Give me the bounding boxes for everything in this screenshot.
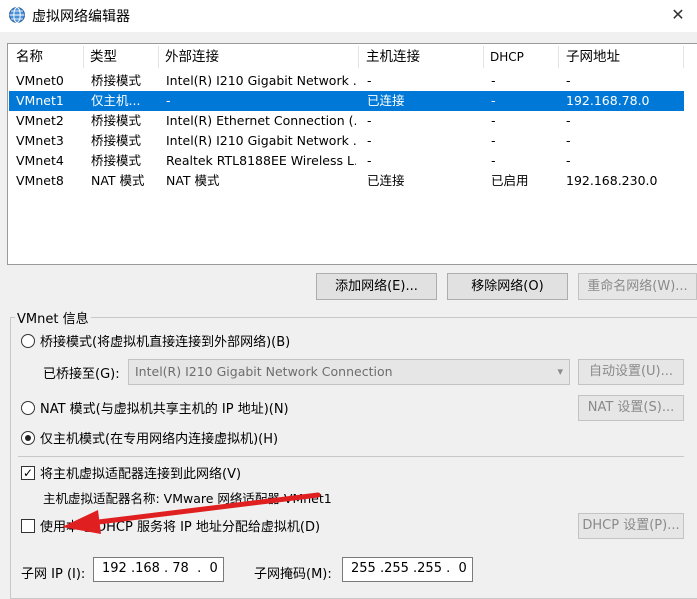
add-network-button[interactable]: 添加网络(E)... [316, 273, 437, 300]
cell-external: Intel(R) I210 Gigabit Network ... [166, 133, 356, 148]
adapter-name-label: 主机虚拟适配器名称: VMware 网络适配器 VMnet1 [43, 491, 332, 506]
cell-host: - [367, 113, 372, 128]
nat-mode-label[interactable]: NAT 模式(与虚拟机共享主机的 IP 地址)(N) [40, 398, 289, 417]
hostonly-mode-label[interactable]: 仅主机模式(在专用网络内连接虚拟机)(H) [40, 428, 278, 447]
cell-name: VMnet3 [16, 133, 64, 148]
cell-external: - [166, 93, 171, 108]
cell-type: NAT 模式 [91, 173, 145, 188]
cell-subnet: - [566, 113, 571, 128]
cell-external: Intel(R) Ethernet Connection (... [166, 113, 356, 128]
column-header-dhcp[interactable]: DHCP [490, 44, 524, 70]
column-header-name[interactable]: 名称 [16, 44, 43, 70]
nat-mode-radio[interactable] [21, 401, 35, 415]
cell-type: 桥接模式 [91, 113, 142, 128]
cell-dhcp: - [491, 113, 496, 128]
rename-network-button[interactable]: 重命名网络(W)... [578, 273, 697, 300]
cell-type: 桥接模式 [91, 73, 142, 88]
column-header-external[interactable]: 外部连接 [165, 44, 219, 70]
bridged-to-label: 已桥接至(G): [43, 367, 120, 382]
network-globe-icon [9, 7, 25, 23]
auto-settings-button[interactable]: 自动设置(U)... [578, 359, 684, 385]
cell-dhcp: - [491, 133, 496, 148]
cell-dhcp: - [491, 153, 496, 168]
cell-name: VMnet2 [16, 113, 64, 128]
subnet-ip-label: 子网 IP (I): [21, 567, 86, 582]
bridged-to-select[interactable]: Intel(R) I210 Gigabit Network Connection… [128, 359, 570, 385]
dhcp-settings-button[interactable]: DHCP 设置(P)... [578, 513, 684, 539]
cell-external: NAT 模式 [166, 173, 220, 188]
table-row[interactable]: VMnet3 桥接模式 Intel(R) I210 Gigabit Networ… [9, 131, 684, 151]
cell-subnet: - [566, 73, 571, 88]
cell-name: VMnet0 [16, 73, 64, 88]
connect-adapter-checkbox[interactable]: ✓ [21, 466, 35, 480]
vmnet-info-title: VMnet 信息 [15, 308, 91, 327]
remove-network-button[interactable]: 移除网络(O) [447, 273, 568, 300]
subnet-mask-input[interactable]: 255 .255 .255 . 0 [342, 557, 473, 582]
cell-host: - [367, 73, 372, 88]
column-header-subnet[interactable]: 子网地址 [566, 44, 620, 70]
cell-subnet: 192.168.230.0 [566, 173, 658, 188]
cell-subnet: 192.168.78.0 [566, 93, 650, 108]
network-list[interactable]: 名称 类型 外部连接 主机连接 DHCP 子网地址 VMnet0 桥接模式 In… [7, 43, 697, 265]
table-row[interactable]: VMnet8 NAT 模式 NAT 模式 已连接 已启用 192.168.230… [9, 171, 684, 191]
table-row[interactable]: VMnet4 桥接模式 Realtek RTL8188EE Wireless L… [9, 151, 684, 171]
connect-adapter-label[interactable]: 将主机虚拟适配器连接到此网络(V) [40, 463, 241, 482]
bridged-to-value: Intel(R) I210 Gigabit Network Connection [135, 364, 393, 379]
cell-type: 仅主机... [91, 93, 141, 108]
column-header-host[interactable]: 主机连接 [366, 44, 420, 70]
table-row-selected[interactable]: VMnet1 仅主机... - 已连接 - 192.168.78.0 [9, 91, 684, 111]
section-divider [18, 456, 684, 457]
subnet-ip-input[interactable]: 192 .168 . 78 . 0 [93, 557, 224, 582]
cell-name: VMnet4 [16, 153, 64, 168]
cell-type: 桥接模式 [91, 133, 142, 148]
cell-name: VMnet8 [16, 173, 64, 188]
cell-subnet: - [566, 133, 571, 148]
window-title: 虚拟网络编辑器 [32, 9, 130, 25]
cell-external: Realtek RTL8188EE Wireless L... [166, 153, 356, 168]
hostonly-mode-radio[interactable] [21, 431, 35, 445]
cell-host: - [367, 133, 372, 148]
dhcp-label[interactable]: 使用本地 DHCP 服务将 IP 地址分配给虚拟机(D) [40, 516, 320, 535]
cell-dhcp: - [491, 73, 496, 88]
cell-name: VMnet1 [16, 93, 64, 108]
chevron-down-icon: ▾ [557, 365, 563, 378]
table-row[interactable]: VMnet2 桥接模式 Intel(R) Ethernet Connection… [9, 111, 684, 131]
cell-host: 已连接 [367, 173, 405, 188]
cell-type: 桥接模式 [91, 153, 142, 168]
close-icon[interactable]: ✕ [662, 2, 694, 28]
subnet-mask-label: 子网掩码(M): [254, 567, 332, 582]
bridged-mode-label[interactable]: 桥接模式(将虚拟机直接连接到外部网络)(B) [40, 331, 290, 350]
dhcp-checkbox[interactable] [21, 519, 35, 533]
cell-dhcp: 已启用 [491, 173, 529, 188]
cell-host: 已连接 [367, 93, 405, 108]
column-header-type[interactable]: 类型 [90, 44, 117, 70]
cell-external: Intel(R) I210 Gigabit Network ... [166, 73, 356, 88]
cell-host: - [367, 153, 372, 168]
nat-settings-button[interactable]: NAT 设置(S)... [578, 395, 684, 421]
cell-subnet: - [566, 153, 571, 168]
cell-dhcp: - [491, 93, 496, 108]
bridged-mode-radio[interactable] [21, 334, 35, 348]
table-row[interactable]: VMnet0 桥接模式 Intel(R) I210 Gigabit Networ… [9, 71, 684, 91]
